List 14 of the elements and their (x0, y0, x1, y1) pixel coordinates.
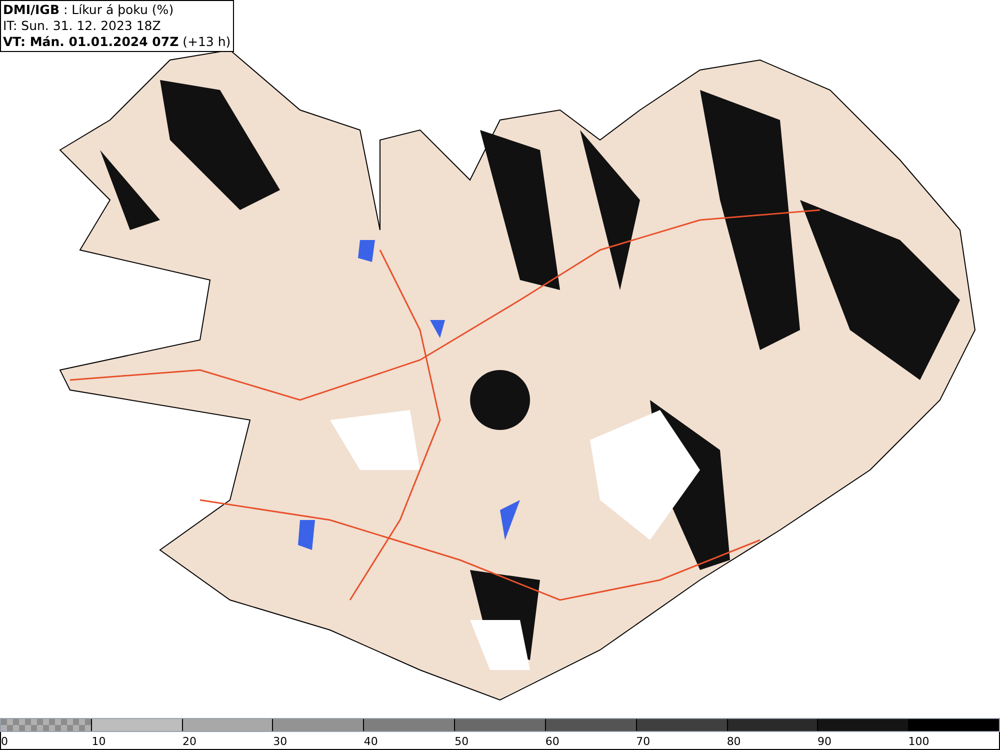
header-text: IT: Sun. 31. 12. 2023 18Z (3, 18, 162, 34)
legend-label: 10 (92, 735, 106, 749)
legend-label: 50 (454, 735, 469, 749)
legend-label: 20 (182, 735, 196, 749)
header-text: DMI/IGB : Líkur á þoku (%) (3, 2, 175, 18)
legend-label: 30 (273, 735, 288, 749)
legend-label: 70 (636, 735, 650, 749)
legend-label: 0 (1, 735, 8, 749)
legend-label: 60 (545, 735, 560, 749)
legend-label: 100 (908, 735, 930, 749)
legend-label: 90 (818, 735, 832, 749)
legend-label: 40 (364, 735, 378, 749)
header-text: VT: Mán. 01.01.2024 07Z (+13 h) (3, 34, 231, 50)
legend-label: 80 (726, 735, 741, 749)
